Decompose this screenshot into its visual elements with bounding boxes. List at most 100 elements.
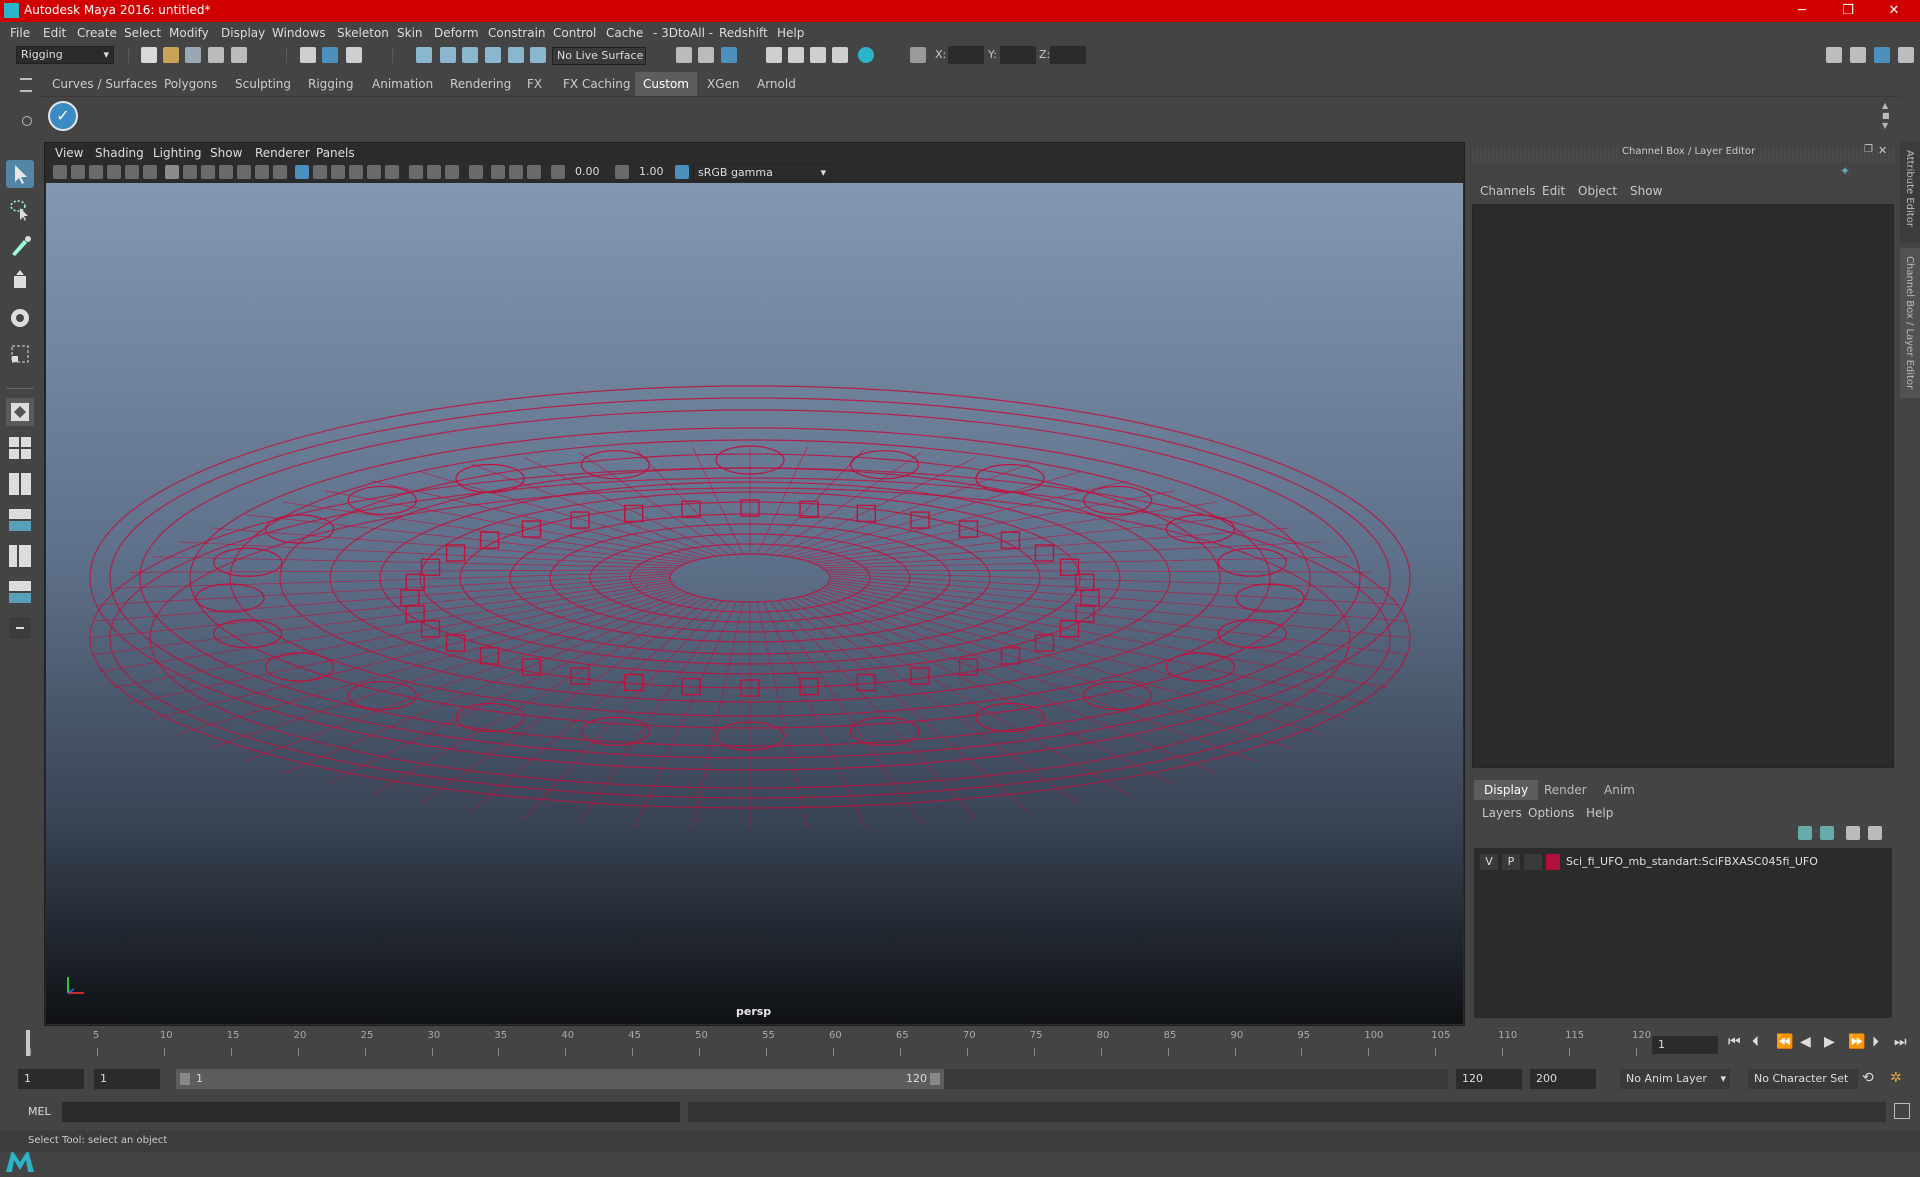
go-to-end-icon[interactable]: ⏭: [1894, 1034, 1907, 1050]
menu-windows[interactable]: Windows: [272, 26, 326, 40]
bookmark-icon[interactable]: [89, 165, 103, 179]
paint-select-tool-icon[interactable]: [6, 232, 34, 260]
color-management-icon[interactable]: [675, 165, 689, 179]
redo-icon[interactable]: [231, 47, 247, 63]
viewport-menu-view[interactable]: View: [55, 146, 83, 160]
layer-visibility-toggle[interactable]: V: [1480, 854, 1498, 870]
render-frame-icon[interactable]: [788, 47, 804, 63]
restore-button[interactable]: ❐: [1826, 0, 1870, 22]
3d-viewport[interactable]: persp: [46, 183, 1463, 1024]
field-chart-icon[interactable]: [237, 165, 251, 179]
move-layer-down-icon[interactable]: [1820, 826, 1834, 840]
undo-icon[interactable]: [208, 47, 224, 63]
layer-menu-options[interactable]: Options: [1528, 806, 1574, 820]
channel-menu-show[interactable]: Show: [1630, 184, 1662, 198]
smooth-shade-icon[interactable]: [313, 165, 327, 179]
single-view-layout-icon[interactable]: [6, 398, 34, 426]
grid-icon[interactable]: [165, 165, 179, 179]
shadows-icon[interactable]: [385, 165, 399, 179]
lasso-tool-icon[interactable]: [6, 196, 34, 224]
attribute-editor-side-tab[interactable]: Attribute Editor: [1900, 142, 1920, 242]
film-gate-icon[interactable]: [183, 165, 197, 179]
minimize-button[interactable]: ─: [1780, 0, 1824, 22]
xray-icon[interactable]: [491, 165, 505, 179]
new-layer-selected-icon[interactable]: [1868, 826, 1882, 840]
viewport-menu-show[interactable]: Show: [210, 146, 242, 160]
menu-edit[interactable]: Edit: [43, 26, 66, 40]
current-time-indicator[interactable]: [26, 1030, 30, 1056]
tab-polygons[interactable]: Polygons: [156, 72, 225, 96]
save-scene-icon[interactable]: [185, 47, 201, 63]
menu-3dtoall[interactable]: - 3DtoAll -: [653, 26, 713, 40]
camera-icon[interactable]: [53, 165, 67, 179]
attribute-editor-toggle-icon[interactable]: [1850, 47, 1866, 63]
command-input[interactable]: [62, 1102, 680, 1122]
close-panel-icon[interactable]: ✕: [1878, 144, 1887, 157]
tab-custom[interactable]: Custom: [635, 72, 697, 96]
tab-display[interactable]: Display: [1474, 780, 1539, 800]
anti-aliasing-icon[interactable]: [445, 165, 459, 179]
checkmark-icon[interactable]: ✓: [48, 101, 78, 131]
manipulator-icon[interactable]: ✦: [1840, 164, 1850, 178]
motion-blur-icon[interactable]: [427, 165, 441, 179]
gamma-icon[interactable]: [615, 165, 629, 179]
new-layer-icon[interactable]: [1846, 826, 1860, 840]
play-backwards-icon[interactable]: ◀: [1800, 1034, 1811, 1050]
xray-components-icon[interactable]: [527, 165, 541, 179]
persp-hypershade-layout-icon[interactable]: [6, 578, 34, 606]
playback-start-input[interactable]: 1: [94, 1069, 160, 1089]
transform-mode-icon[interactable]: [910, 47, 926, 63]
color-space-dropdown[interactable]: sRGB gamma ▾: [693, 164, 831, 181]
range-slider-start-handle[interactable]: [180, 1073, 190, 1085]
channel-box-side-tab[interactable]: Channel Box / Layer Editor: [1900, 248, 1920, 398]
gamma-input[interactable]: 1.00: [633, 164, 669, 180]
exposure-icon[interactable]: [551, 165, 565, 179]
channel-menu-object[interactable]: Object: [1578, 184, 1617, 198]
menu-create[interactable]: Create: [77, 26, 117, 40]
layer-row[interactable]: V P Sci_fi_UFO_mb_standart:SciFBXASC045f…: [1474, 852, 1892, 872]
gate-mask-icon[interactable]: [219, 165, 233, 179]
layout-options-icon[interactable]: [6, 614, 34, 642]
step-back-key-icon[interactable]: ⏪: [1776, 1034, 1793, 1050]
2d-pan-zoom-icon[interactable]: [125, 165, 139, 179]
shelf-settings-icon[interactable]: [22, 116, 32, 126]
y-coordinate-input[interactable]: [1000, 46, 1036, 64]
tab-fx[interactable]: FX: [519, 72, 550, 96]
tab-rendering[interactable]: Rendering: [442, 72, 519, 96]
select-component-icon[interactable]: [346, 47, 362, 63]
menu-skeleton[interactable]: Skeleton: [337, 26, 389, 40]
anim-layer-dropdown[interactable]: No Anim Layer ▾: [1620, 1069, 1730, 1089]
menu-redshift[interactable]: Redshift: [719, 26, 768, 40]
make-live-icon[interactable]: [530, 47, 546, 63]
character-set-dropdown[interactable]: No Character Set: [1748, 1069, 1858, 1089]
tab-fx-caching[interactable]: FX Caching: [555, 72, 638, 96]
scale-tool-icon[interactable]: [6, 340, 34, 368]
two-view-layout-icon[interactable]: [6, 470, 34, 498]
layer-menu-layers[interactable]: Layers: [1482, 806, 1522, 820]
menu-set-dropdown[interactable]: Rigging ▾: [16, 46, 114, 64]
tab-anim[interactable]: Anim: [1594, 780, 1645, 800]
animation-preferences-icon[interactable]: ✲: [1890, 1070, 1902, 1086]
safe-title-icon[interactable]: [273, 165, 287, 179]
menu-display[interactable]: Display: [221, 26, 265, 40]
animation-start-input[interactable]: 1: [18, 1069, 84, 1089]
camera-attributes-icon[interactable]: [71, 165, 85, 179]
modeling-toolkit-icon[interactable]: [1826, 47, 1842, 63]
ipr-render-icon[interactable]: [810, 47, 826, 63]
script-editor-icon[interactable]: [1894, 1103, 1910, 1119]
channel-menu-edit[interactable]: Edit: [1542, 184, 1565, 198]
menu-constrain[interactable]: Constrain: [488, 26, 546, 40]
snap-curve-icon[interactable]: [440, 47, 456, 63]
float-panel-icon[interactable]: ❐: [1864, 144, 1873, 155]
layer-menu-help[interactable]: Help: [1586, 806, 1613, 820]
tab-xgen[interactable]: XGen: [699, 72, 748, 96]
persp-graph-layout-icon[interactable]: [6, 506, 34, 534]
animation-end-input[interactable]: 200: [1530, 1069, 1596, 1089]
input-ops-icon[interactable]: [676, 47, 692, 63]
isolate-select-icon[interactable]: [469, 165, 483, 179]
tool-settings-toggle-icon[interactable]: [1898, 47, 1914, 63]
menu-modify[interactable]: Modify: [169, 26, 209, 40]
menu-select[interactable]: Select: [124, 26, 161, 40]
render-globals-icon[interactable]: [832, 47, 848, 63]
select-tool-icon[interactable]: [6, 160, 34, 188]
